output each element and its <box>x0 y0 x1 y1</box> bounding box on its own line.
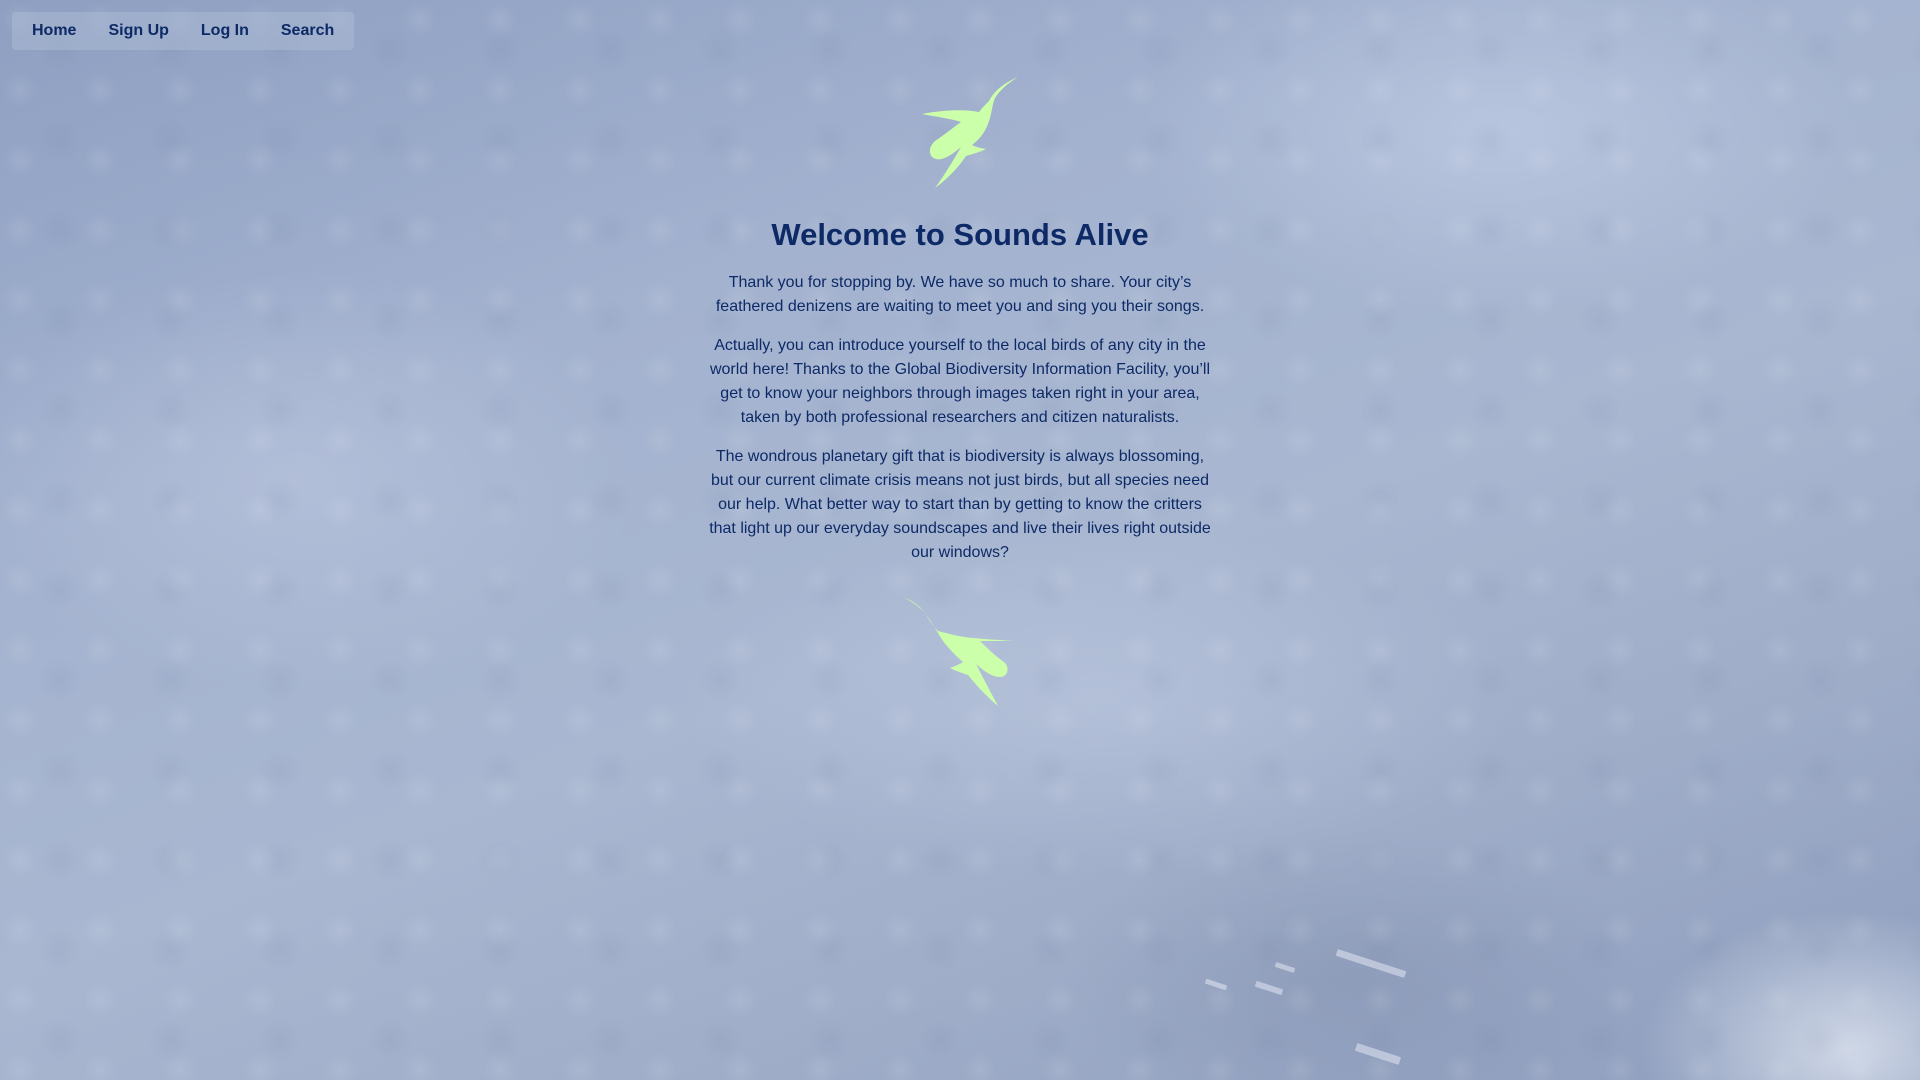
biodiversity-paragraph: The wondrous planetary gift that is biod… <box>709 448 1211 562</box>
page-title: Welcome to Sounds Alive <box>771 217 1149 252</box>
top-nav: Home Sign Up Log In Search <box>12 12 355 50</box>
main-content: Welcome to Sounds Alive Thank you for st… <box>705 75 1215 708</box>
intro-paragraph: Thank you for stopping by. We have so mu… <box>715 274 1205 316</box>
nav-search[interactable]: Search <box>265 12 350 50</box>
ground-detail <box>1335 949 1407 978</box>
nav-log-in[interactable]: Log In <box>185 12 265 50</box>
hummingbird-icon <box>922 77 1018 188</box>
nav-home[interactable]: Home <box>16 12 92 50</box>
ground-detail <box>1204 978 1228 991</box>
ground-detail <box>1354 1043 1402 1065</box>
ground-detail <box>1274 962 1296 973</box>
ground-detail <box>1254 980 1284 996</box>
nav-sign-up[interactable]: Sign Up <box>92 12 184 50</box>
hummingbird-icon <box>903 597 1018 707</box>
gbif-paragraph: Actually, you can introduce yourself to … <box>709 337 1211 427</box>
